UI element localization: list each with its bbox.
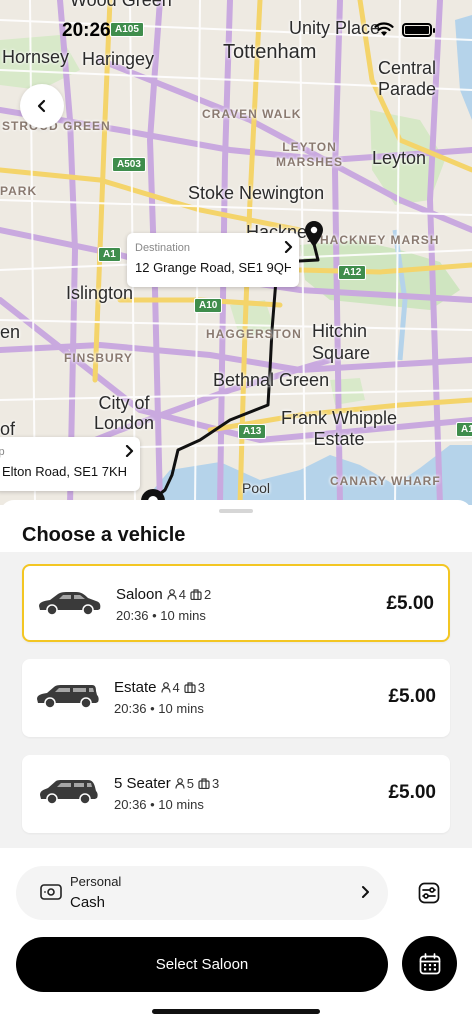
map-label-bethnal-green: Bethnal Green	[213, 370, 330, 390]
back-arrow-icon	[37, 99, 46, 113]
passenger-count: 4	[178, 587, 186, 602]
map-label-canary-wharf: CANARY WHARF	[330, 474, 441, 488]
vehicle-list[interactable]: Saloon 4 2 20:36 • 10 mins £5.00 Estate …	[0, 552, 472, 848]
vehicle-option-saloon[interactable]: Saloon 4 2 20:36 • 10 mins £5.00	[22, 564, 450, 642]
map-label-haggerston: HAGGERSTON	[206, 327, 302, 341]
home-indicator	[152, 1009, 320, 1014]
luggage-icon	[198, 778, 210, 789]
vehicle-price: £5.00	[388, 782, 436, 803]
vehicle-name-row: Saloon 4 2	[116, 586, 211, 603]
luggage-capacity: 3	[184, 680, 205, 695]
map-label-craven-walk: CRAVEN WALK	[202, 107, 302, 121]
luggage-icon	[184, 682, 196, 693]
map-label-leyton-marshes: LEYTON MARSHES	[276, 140, 344, 169]
luggage-count: 3	[211, 776, 220, 791]
person-icon	[160, 682, 171, 693]
luggage-count: 3	[197, 680, 205, 695]
road-badge: A1	[456, 422, 472, 437]
map-label-hackney-marsh: HACKNEY MARSH	[320, 233, 440, 247]
calendar-icon	[419, 952, 440, 974]
pickup-label: Pick-up	[0, 446, 5, 458]
passenger-capacity: 4	[160, 680, 180, 695]
passenger-capacity: 4	[167, 587, 186, 602]
road-badge: A12	[338, 265, 367, 280]
map-label-islington: Islington	[66, 283, 134, 303]
map-label-finsbury: FINSBURY	[64, 351, 133, 365]
schedule-button[interactable]	[402, 936, 457, 991]
vehicle-option-5-seater[interactable]: 5 Seater 5 3 20:36 • 10 mins £5.00	[22, 755, 450, 833]
destination-label: Destination	[135, 242, 191, 254]
sheet-grabber[interactable]	[219, 509, 253, 513]
payment-method: Cash	[70, 894, 106, 911]
car-icon	[40, 780, 98, 805]
road-badge: A105	[110, 22, 144, 37]
map-label-frank-whipple-estate: Frank Whipple Estate	[281, 408, 398, 449]
battery-icon	[402, 22, 435, 37]
destination-pin-icon	[305, 221, 323, 247]
vehicle-name: Estate	[114, 679, 157, 696]
map[interactable]: Wood Green Unity Place Hornsey Haringey …	[0, 0, 472, 505]
luggage-capacity: 2	[190, 587, 211, 602]
wallet-icon	[40, 884, 62, 900]
road-badge: A1	[98, 247, 121, 262]
luggage-count: 2	[203, 587, 212, 602]
destination-card[interactable]: Destination 12 Grange Road, SE1 9QH	[127, 233, 299, 287]
status-icons	[374, 22, 435, 37]
vehicle-name-row: Estate 4 3	[114, 679, 205, 696]
passenger-count: 5	[186, 776, 194, 791]
destination-address: 12 Grange Road, SE1 9QH	[135, 260, 291, 275]
map-label-tottenham: Tottenham	[223, 41, 317, 63]
map-label-leyton: Leyton	[372, 148, 427, 168]
sheet-title: Choose a vehicle	[22, 524, 186, 546]
vehicle-name-row: 5 Seater 5 3	[114, 775, 219, 792]
luggage-capacity: 3	[198, 776, 219, 791]
person-icon	[175, 778, 185, 789]
payment-type: Personal	[70, 874, 122, 889]
vehicle-eta: 20:36 • 10 mins	[114, 701, 204, 716]
vehicle-option-estate[interactable]: Estate 4 3 20:36 • 10 mins £5.00	[22, 659, 450, 737]
map-label-haringey: Haringey	[82, 49, 155, 69]
pickup-address: Elton Road, SE1 7KH	[2, 464, 128, 479]
payment-method-selector[interactable]: Personal Cash	[16, 866, 388, 920]
filter-icon	[418, 882, 440, 904]
map-label-central-parade: Central Parade	[378, 58, 437, 99]
map-label-pool: Pool	[242, 480, 271, 496]
car-icon	[37, 685, 99, 709]
status-time: 20:26	[62, 20, 111, 41]
chevron-right-icon	[125, 445, 134, 457]
pickup-card[interactable]: Pick-up Elton Road, SE1 7KH	[0, 437, 140, 491]
map-label-hornsey: Hornsey	[2, 47, 70, 67]
vehicle-name: Saloon	[116, 586, 163, 603]
map-label-hitchin-square: Hitchin Square	[312, 321, 371, 363]
road-badge: A10	[194, 298, 223, 313]
wifi-icon	[374, 22, 394, 36]
person-icon	[167, 589, 177, 600]
map-label-wood-green: Wood Green	[70, 0, 172, 10]
vehicle-eta: 20:36 • 10 mins	[114, 797, 204, 812]
luggage-icon	[190, 589, 202, 600]
map-label-en: en	[0, 322, 21, 342]
back-button[interactable]	[20, 84, 64, 128]
chevron-right-icon	[362, 886, 369, 898]
passenger-capacity: 5	[175, 776, 194, 791]
vehicle-eta: 20:36 • 10 mins	[116, 608, 206, 623]
map-label-park: PARK	[0, 184, 38, 198]
road-badge: A13	[238, 424, 267, 439]
select-vehicle-button[interactable]: Select Saloon	[16, 937, 388, 992]
vehicle-name: 5 Seater	[114, 775, 171, 792]
vehicle-price: £5.00	[388, 686, 436, 707]
road-badge: A503	[112, 157, 146, 172]
car-icon	[39, 592, 101, 616]
vehicle-price: £5.00	[386, 593, 434, 614]
map-label-stoke-newington: Stoke Newington	[188, 183, 325, 203]
vehicle-sheet: Choose a vehicle Saloon 4 2 20:36 • 10 m…	[0, 500, 472, 1024]
passenger-count: 4	[172, 680, 180, 695]
map-label-unity-place: Unity Place	[289, 18, 381, 38]
options-button[interactable]	[406, 876, 452, 910]
map-label-city-of-london: City of London	[94, 393, 155, 433]
chevron-right-icon	[284, 241, 293, 253]
